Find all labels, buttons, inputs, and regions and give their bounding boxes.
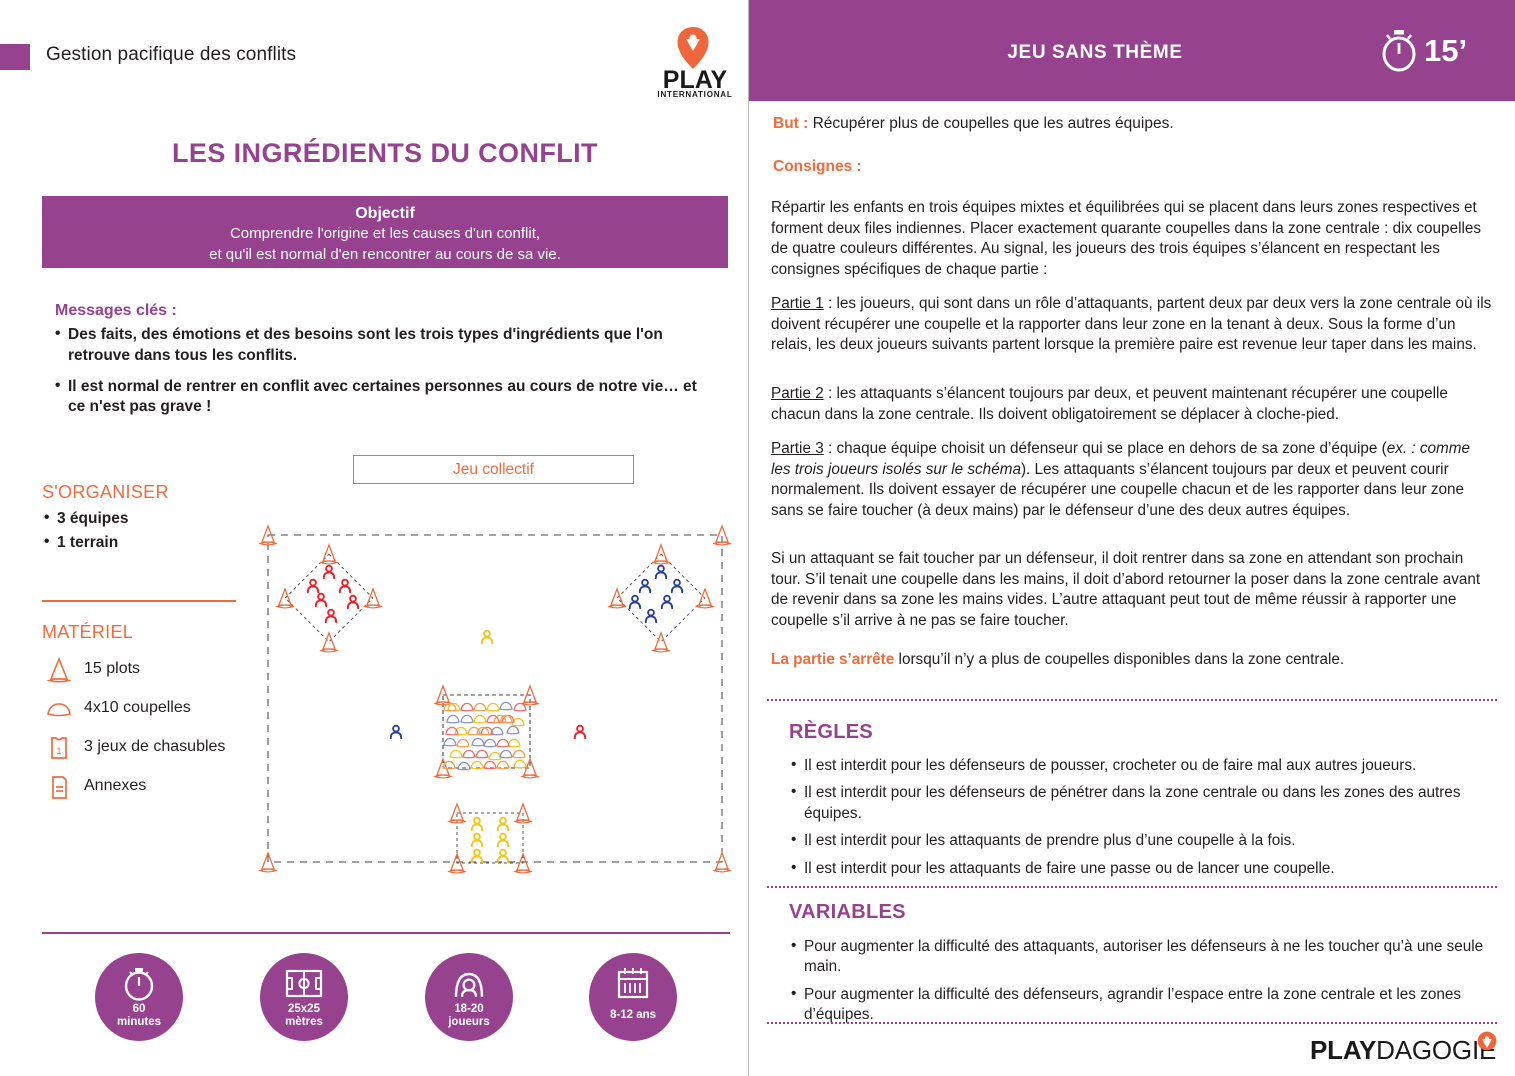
list-item: 1 terrain — [44, 533, 244, 552]
svg-text:1: 1 — [56, 746, 61, 756]
list-item: Il est interdit pour les attaquants de f… — [791, 858, 1491, 879]
arret-text: lorsqu’il n’y a plus de coupelles dispon… — [894, 651, 1345, 668]
partie-3-text-a: : chaque équipe choisit un défenseur qui… — [823, 440, 1387, 457]
game-type-badge: Jeu collectif — [353, 455, 634, 484]
list-item: Il est interdit pour les défenseurs de p… — [791, 782, 1491, 824]
defender-blue — [389, 724, 403, 740]
organiser-list: 3 équipes 1 terrain — [44, 509, 244, 558]
materiel-item-label: 4x10 coupelles — [84, 699, 191, 716]
list-item: 3 équipes — [44, 509, 244, 528]
but-label: But : — [773, 115, 809, 132]
partie-1-label: Partie 1 — [771, 295, 824, 312]
materiel-item-label: Annexes — [84, 777, 147, 794]
list-item: Pour augmenter la difficulté des attaqua… — [791, 936, 1491, 978]
zone-team-blue — [608, 544, 714, 653]
arret-line: La partie s’arrête lorsqu’il n’y a plus … — [771, 650, 1493, 671]
coupelles-group — [442, 701, 527, 771]
partie-1: Partie 1 : les joueurs, qui sont dans un… — [771, 294, 1493, 356]
regles-heading: RÈGLES — [789, 721, 874, 743]
list-item: Il est interdit pour les défenseurs de p… — [791, 755, 1491, 776]
objectif-line-2: et qu'il est normal d'en rencontrer au c… — [209, 245, 561, 263]
field-diagram — [259, 525, 731, 874]
partie-2: Partie 2 : les attaquants s’élancent tou… — [771, 384, 1493, 425]
variables-heading: VARIABLES — [789, 901, 906, 923]
badge-text: 25x25 mètres — [285, 1003, 323, 1029]
duration-value: 15’ — [1424, 33, 1468, 68]
consignes-intro: Répartir les enfants en trois équipes mi… — [771, 199, 1482, 278]
stopwatch-icon — [1382, 30, 1416, 72]
organiser-heading: S'ORGANISER — [42, 482, 169, 502]
document-icon — [52, 776, 67, 799]
objectif-line-1: Comprendre l'origine et les causes d'un … — [229, 225, 541, 243]
badge-dimensions: 25x25 mètres — [260, 953, 348, 1041]
zone-centrale — [434, 685, 539, 779]
messages-cles-heading: Messages clés : — [55, 302, 177, 319]
partie-3-label: Partie 3 — [771, 440, 824, 457]
badge-text: 60 minutes — [116, 1003, 162, 1029]
touche-paragraph: Si un attaquant se fait toucher par un d… — [771, 550, 1481, 629]
badge-text: 18-20 joueurs — [448, 1003, 490, 1029]
section-divider-dotted — [767, 699, 1497, 701]
playdagogie-logo: PLAYDAGOGIE — [1310, 1035, 1496, 1066]
materiel-item-label: 15 plots — [84, 660, 141, 677]
materiel-heading: MATÉRIEL — [42, 622, 134, 642]
but-line: But : Récupérer plus de coupelles que le… — [773, 115, 1491, 133]
field-icon — [285, 969, 323, 998]
messages-cles-list: Des faits, des émotions et des besoins s… — [55, 324, 715, 428]
calendar-icon — [617, 968, 649, 999]
partie-2-label: Partie 2 — [771, 385, 824, 402]
materiel-item-label: 3 jeux de chasubles — [84, 738, 226, 755]
section-divider-dotted — [767, 886, 1497, 888]
partie-3: Partie 3 : chaque équipe choisit un défe… — [771, 439, 1493, 522]
badge-duration: 60 minutes — [95, 953, 183, 1041]
list-item: Il est normal de rentrer en conflit avec… — [55, 376, 715, 419]
play-pin-icon — [677, 27, 709, 69]
footer-divider — [42, 932, 730, 934]
right-column: JEU SANS THÈME 15’ But : Récupérer plus … — [749, 0, 1515, 1076]
badge-text: 8-12 ans — [609, 1009, 657, 1021]
info-badges: 60 minutes 25x25 mètres 18-20 joueurs 8-… — [95, 950, 705, 1046]
defender-yellow — [480, 629, 494, 645]
list-item: Des faits, des émotions et des besoins s… — [55, 324, 715, 367]
consignes-label: Consignes : — [773, 158, 862, 175]
brand-accent-bar — [0, 44, 30, 70]
list-item: Il est interdit pour les attaquants de p… — [791, 830, 1491, 851]
cone-icon — [46, 656, 72, 683]
game-title: JEU SANS THÈME — [1007, 42, 1183, 63]
defender-red — [573, 724, 587, 740]
regles-list: Il est interdit pour les défenseurs de p… — [791, 755, 1491, 886]
section-divider — [42, 600, 236, 602]
zone-team-red — [276, 544, 382, 653]
activity-sheet-page: Gestion pacifique des conflits PLAY INTE… — [0, 0, 1515, 1076]
stopwatch-icon — [124, 968, 154, 1001]
partie-2-text: : les attaquants s’élancent toujours par… — [771, 385, 1448, 423]
left-column: Gestion pacifique des conflits PLAY INTE… — [0, 0, 748, 1076]
play-pin-icon — [1477, 1031, 1497, 1051]
cup-icon — [47, 703, 71, 717]
badge-age: 8-12 ans — [589, 953, 677, 1041]
but-text: Récupérer plus de coupelles que les autr… — [808, 115, 1174, 132]
variables-list: Pour augmenter la difficulté des attaqua… — [791, 936, 1491, 1033]
section-divider-dotted — [767, 1022, 1497, 1024]
players-icon — [454, 972, 484, 998]
play-logo-subtitle: INTERNATIONAL — [657, 90, 733, 99]
play-international-logo: PLAY INTERNATIONAL — [650, 26, 740, 99]
breadcrumb: Gestion pacifique des conflits — [46, 44, 297, 65]
playdagogie-wordmark: PLAYDAGOGIE — [1310, 1035, 1497, 1065]
list-item: Pour augmenter la difficulté des défense… — [791, 984, 1491, 1026]
page-title: LES INGRÉDIENTS DU CONFLIT — [172, 138, 598, 168]
game-header: JEU SANS THÈME 15’ — [749, 0, 1515, 101]
arret-label: La partie s’arrête — [771, 651, 895, 668]
jersey-icon: 1 — [51, 737, 67, 759]
objectif-label: Objectif — [355, 205, 415, 222]
partie-1-text: : les joueurs, qui sont dans un rôle d’a… — [771, 295, 1492, 354]
badge-players: 18-20 joueurs — [425, 953, 513, 1041]
objectif-box: Objectif Comprendre l'origine et les cau… — [42, 196, 728, 268]
